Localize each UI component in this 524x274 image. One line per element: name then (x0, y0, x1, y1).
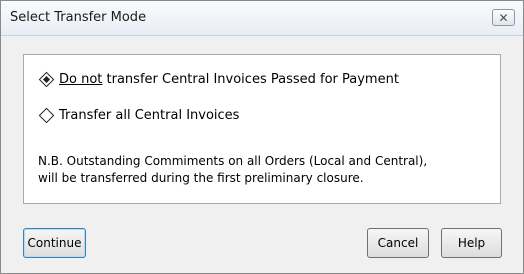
continue-button[interactable]: Continue (23, 228, 86, 258)
title-bar: Select Transfer Mode ✕ (1, 1, 523, 36)
note-line-1: N.B. Outstanding Commiments on all Order… (38, 154, 428, 168)
close-icon: ✕ (498, 10, 509, 25)
close-button[interactable]: ✕ (492, 9, 515, 26)
transfer-options-group: Do not transfer Central Invoices Passed … (23, 54, 501, 204)
cancel-button[interactable]: Cancel (367, 228, 429, 258)
radio-selected-icon[interactable] (38, 71, 55, 88)
note-line-2: will be transferred during the first pre… (38, 171, 364, 185)
option-transfer-all[interactable]: Transfer all Central Invoices (38, 107, 240, 124)
select-transfer-mode-dialog: Select Transfer Mode ✕ Do not transfer C… (0, 0, 524, 274)
dialog-title: Select Transfer Mode (10, 10, 147, 25)
option-transfer-all-label: Transfer all Central Invoices (59, 107, 240, 123)
option-do-not-transfer-label: Do not transfer Central Invoices Passed … (59, 71, 399, 87)
option-do-not-transfer[interactable]: Do not transfer Central Invoices Passed … (38, 71, 399, 88)
radio-unselected-icon[interactable] (38, 107, 55, 124)
help-button[interactable]: Help (441, 228, 502, 258)
note-text: N.B. Outstanding Commiments on all Order… (38, 153, 488, 187)
